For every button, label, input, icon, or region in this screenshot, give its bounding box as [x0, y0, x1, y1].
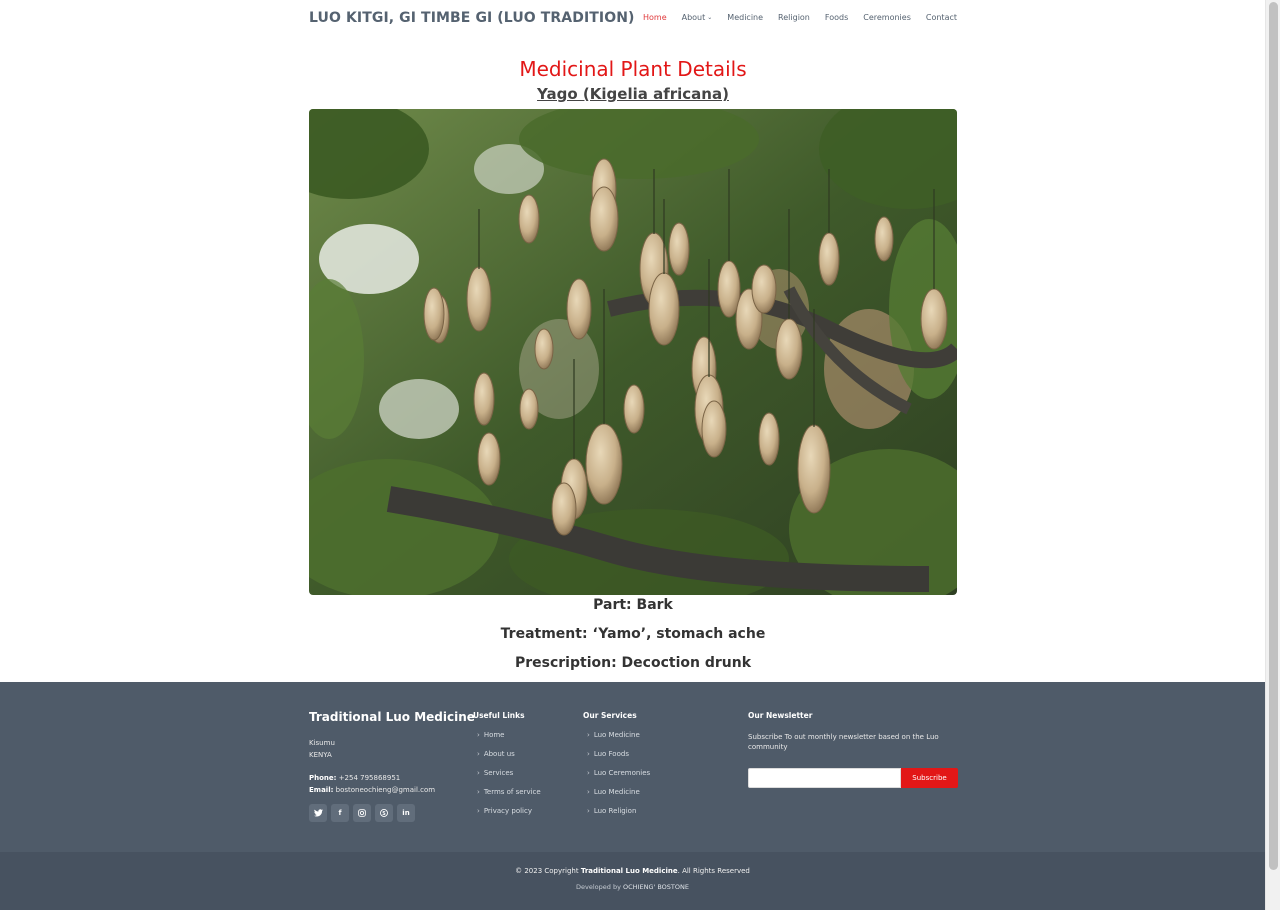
chevron-right-icon: › [477, 731, 480, 739]
nav-medicine[interactable]: Medicine [727, 13, 763, 22]
nav-contact[interactable]: Contact [926, 13, 957, 22]
page-scrollbar[interactable] [1265, 0, 1280, 910]
footer-brand: Traditional Luo Medicine [309, 710, 475, 724]
chevron-right-icon: › [587, 750, 590, 758]
chevron-right-icon: › [587, 807, 590, 815]
footer: Traditional Luo Medicine Kisumu KENYA Ph… [0, 682, 1265, 852]
useful-links-title: Useful Links [473, 711, 525, 720]
footer-service-medicine-2[interactable]: › Luo Medicine [587, 788, 650, 807]
nav-foods[interactable]: Foods [825, 13, 848, 22]
copyright-suffix: . All Rights Reserved [677, 867, 750, 875]
footer-contact: Phone: +254 795868951 Email: bostoneochi… [309, 772, 435, 796]
footer-address: Kisumu KENYA [309, 737, 335, 761]
plant-treatment: Treatment: ‘Yamo’, stomach ache [500, 626, 766, 642]
newsletter-form: Subscribe [748, 768, 958, 788]
footer-service-ceremonies[interactable]: › Luo Ceremonies [587, 769, 650, 788]
newsletter-title: Our Newsletter [748, 711, 813, 720]
scrollbar-thumb[interactable] [1269, 2, 1278, 870]
chevron-right-icon: › [477, 788, 480, 796]
chevron-right-icon: › [477, 750, 480, 758]
footer-bottom: © 2023 Copyright Traditional Luo Medicin… [0, 852, 1265, 910]
footer-city: Kisumu [309, 739, 335, 747]
plant-photo [309, 109, 957, 595]
plant-name-link[interactable]: Yago (Kigelia africana) [309, 85, 957, 103]
nav-about[interactable]: About ⌄ [682, 13, 713, 22]
subscribe-button[interactable]: Subscribe [901, 768, 958, 788]
newsletter-email-input[interactable] [748, 768, 901, 788]
svg-text:S: S [382, 811, 386, 817]
footer-link-terms[interactable]: › Terms of service [477, 788, 541, 807]
footer-link-home[interactable]: › Home [477, 731, 541, 750]
footer-service-religion[interactable]: › Luo Religion [587, 807, 650, 826]
copyright: © 2023 Copyright Traditional Luo Medicin… [0, 867, 1265, 875]
footer-link-label: Home [483, 731, 505, 739]
nav-about-label: About [681, 13, 706, 22]
footer-service-label: Luo Ceremonies [593, 769, 651, 777]
page: LUO KITGI, GI TIMBE GI (LUO TRADITION) H… [0, 0, 1265, 910]
phone-value: +254 795868951 [338, 774, 401, 782]
chevron-right-icon: › [587, 769, 590, 777]
linkedin-icon[interactable]: in [397, 804, 415, 822]
chevron-right-icon: › [477, 769, 480, 777]
chevron-right-icon: › [587, 731, 590, 739]
page-title: Medicinal Plant Details [519, 57, 747, 81]
footer-service-label: Luo Foods [593, 750, 629, 758]
footer-link-label: About us [483, 750, 515, 758]
site-logo[interactable]: LUO KITGI, GI TIMBE GI (LUO TRADITION) [309, 10, 635, 26]
plant-prescription: Prescription: Decoction drunk [514, 655, 752, 671]
email-label: Email: [309, 786, 334, 794]
footer-link-label: Privacy policy [483, 807, 532, 815]
nav-religion[interactable]: Religion [778, 13, 810, 22]
useful-links-list: › Home › About us › Services › Terms of serv… [477, 731, 541, 826]
services-list: › Luo Medicine › Luo Foods › Luo Ceremonies… [587, 731, 650, 826]
plant-part: Part: Bark [593, 597, 673, 613]
footer-link-services[interactable]: › Services [477, 769, 541, 788]
site-header: LUO KITGI, GI TIMBE GI (LUO TRADITION) H… [0, 0, 1265, 40]
twitter-icon[interactable] [309, 804, 327, 822]
footer-link-privacy[interactable]: › Privacy policy [477, 807, 541, 826]
developer-name[interactable]: OCHIENG' BOSTONE [623, 883, 689, 891]
footer-email-row: Email: bostoneochieng@gmail.com [309, 784, 435, 796]
footer-phone-row: Phone: +254 795868951 [309, 772, 435, 784]
copyright-prefix: © 2023 Copyright [515, 867, 579, 875]
developed-prefix: Developed by [576, 883, 621, 891]
phone-label: Phone: [309, 774, 337, 782]
social-links: f S in [309, 804, 415, 822]
nav-home[interactable]: Home [643, 13, 667, 22]
footer-service-label: Luo Religion [593, 807, 637, 815]
instagram-icon[interactable] [353, 804, 371, 822]
footer-link-label: Services [483, 769, 514, 777]
email-value[interactable]: bostoneochieng@gmail.com [336, 786, 435, 794]
footer-service-medicine[interactable]: › Luo Medicine [587, 731, 650, 750]
nav-ceremonies[interactable]: Ceremonies [863, 13, 911, 22]
footer-country: KENYA [309, 751, 332, 759]
chevron-right-icon: › [477, 807, 480, 815]
copyright-brand: Traditional Luo Medicine [580, 867, 678, 875]
footer-service-label: Luo Medicine [593, 788, 640, 796]
footer-link-about[interactable]: › About us [477, 750, 541, 769]
services-title: Our Services [583, 711, 637, 720]
newsletter-text: Subscribe To out monthly newsletter base… [748, 733, 939, 751]
footer-link-label: Terms of service [483, 788, 541, 796]
chevron-down-icon: ⌄ [707, 14, 713, 21]
skype-icon[interactable]: S [375, 804, 393, 822]
facebook-icon[interactable]: f [331, 804, 349, 822]
footer-service-foods[interactable]: › Luo Foods [587, 750, 650, 769]
chevron-right-icon: › [587, 788, 590, 796]
footer-service-label: Luo Medicine [593, 731, 640, 739]
main-nav: Home About ⌄ Medicine Religion Foods Cere… [600, 13, 957, 22]
developer-credit: Developed by OCHIENG' BOSTONE [0, 883, 1265, 891]
